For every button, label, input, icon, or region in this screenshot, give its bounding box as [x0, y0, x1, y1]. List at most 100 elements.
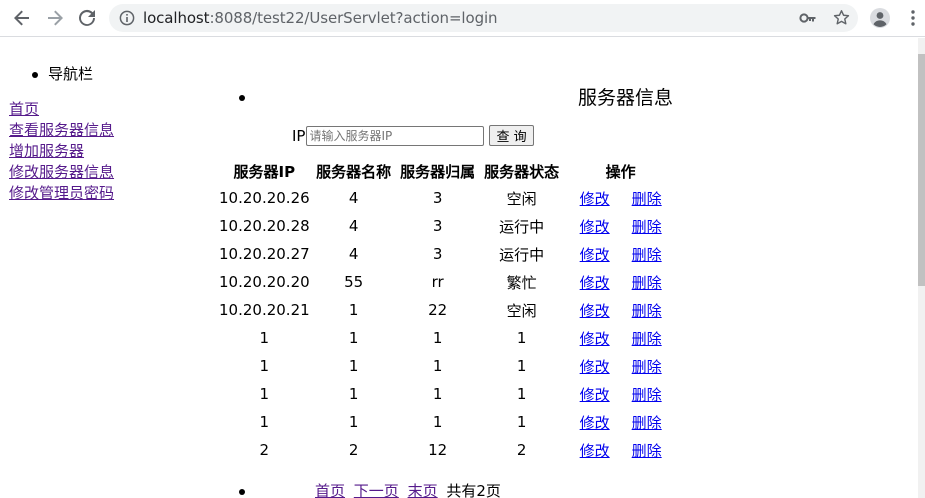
- pager-first-link[interactable]: 首页: [315, 482, 345, 498]
- page-content: 导航栏 首页 查看服务器信息 增加服务器 修改服务器信息 修改管理员密码 服务器…: [0, 38, 918, 498]
- delete-link[interactable]: 删除: [632, 244, 662, 265]
- cell-state: 空闲: [506, 189, 537, 208]
- scrollbar-thumb[interactable]: [918, 54, 925, 286]
- cell-state: 1: [516, 413, 527, 431]
- search-form: IP 查 询: [292, 125, 534, 146]
- table-row: 1 1 1 1 修改 删除: [217, 380, 678, 408]
- cell-ip: 10.20.20.27: [219, 245, 310, 263]
- cell-ip: 1: [259, 385, 270, 403]
- search-button[interactable]: 查 询: [489, 125, 534, 146]
- table-row: 2 2 12 2 修改 删除: [217, 436, 678, 464]
- cell-actions: 修改 删除: [564, 436, 678, 464]
- search-label: IP: [292, 126, 306, 145]
- delete-link[interactable]: 删除: [632, 440, 662, 461]
- cell-ip: 10.20.20.20: [219, 273, 310, 291]
- cell-owner: 12: [428, 441, 448, 459]
- nav-heading-label: 导航栏: [48, 65, 94, 83]
- edit-link[interactable]: 修改: [580, 188, 610, 209]
- edit-link[interactable]: 修改: [580, 440, 610, 461]
- cell-state: 1: [516, 385, 527, 403]
- cell-name: 4: [348, 245, 359, 263]
- delete-link[interactable]: 删除: [632, 412, 662, 433]
- url-text: localhost:8088/test22/UserServlet?action…: [143, 9, 498, 27]
- key-icon[interactable]: [799, 10, 817, 30]
- url-path: :8088/test22/UserServlet?action=login: [209, 9, 498, 27]
- nav-heading: 导航栏: [32, 63, 93, 84]
- nav-link-add-server[interactable]: 增加服务器: [9, 141, 114, 162]
- edit-link[interactable]: 修改: [580, 216, 610, 237]
- menu-kebab-icon[interactable]: [901, 6, 925, 30]
- cell-owner: 3: [432, 245, 443, 263]
- cell-state: 1: [516, 357, 527, 375]
- edit-link[interactable]: 修改: [580, 328, 610, 349]
- cell-actions: 修改 删除: [564, 352, 678, 380]
- pager-last-link[interactable]: 末页: [408, 482, 438, 498]
- header-actions: 操作: [605, 162, 636, 181]
- cell-name: 4: [348, 217, 359, 235]
- header-ip: 服务器IP: [233, 162, 296, 181]
- edit-link[interactable]: 修改: [580, 356, 610, 377]
- nav-link-edit-server[interactable]: 修改服务器信息: [9, 162, 114, 183]
- table-row: 10.20.20.27 4 3 运行中 修改 删除: [217, 240, 678, 268]
- cell-ip: 1: [259, 357, 270, 375]
- cell-owner: 1: [432, 357, 443, 375]
- cell-name: 55: [344, 273, 364, 291]
- cell-owner: 3: [432, 189, 443, 207]
- page-title: 服务器信息: [578, 87, 674, 109]
- table-row: 1 1 1 1 修改 删除: [217, 352, 678, 380]
- search-input[interactable]: [306, 125, 485, 146]
- edit-link[interactable]: 修改: [580, 412, 610, 433]
- pager-summary: 共有2页: [446, 482, 501, 498]
- cell-name: 1: [348, 357, 359, 375]
- cell-ip: 2: [259, 441, 270, 459]
- delete-link[interactable]: 删除: [632, 300, 662, 321]
- cell-owner: 3: [432, 217, 443, 235]
- delete-link[interactable]: 删除: [632, 216, 662, 237]
- pager-next-link[interactable]: 下一页: [354, 482, 399, 498]
- edit-link[interactable]: 修改: [580, 300, 610, 321]
- table-header-row: 服务器IP 服务器名称 服务器归属 服务器状态 操作: [217, 158, 678, 184]
- cell-name: 1: [348, 385, 359, 403]
- edit-link[interactable]: 修改: [580, 272, 610, 293]
- server-table: 服务器IP 服务器名称 服务器归属 服务器状态 操作 10.20.20.26 4 3…: [217, 158, 678, 464]
- nav-link-home[interactable]: 首页: [9, 99, 114, 120]
- cell-owner: rr: [431, 273, 444, 291]
- cell-owner: 1: [432, 385, 443, 403]
- sidebar-nav: 首页 查看服务器信息 增加服务器 修改服务器信息 修改管理员密码: [9, 99, 114, 204]
- cell-actions: 修改 删除: [564, 296, 678, 324]
- nav-link-view-servers[interactable]: 查看服务器信息: [9, 120, 114, 141]
- profile-avatar-icon[interactable]: [868, 6, 892, 30]
- reload-icon[interactable]: [75, 6, 99, 30]
- forward-icon[interactable]: [43, 6, 67, 30]
- delete-link[interactable]: 删除: [632, 272, 662, 293]
- cell-owner: 1: [432, 329, 443, 347]
- cell-name: 1: [348, 413, 359, 431]
- delete-link[interactable]: 删除: [632, 328, 662, 349]
- delete-link[interactable]: 删除: [632, 356, 662, 377]
- cell-actions: 修改 删除: [564, 380, 678, 408]
- delete-link[interactable]: 删除: [632, 188, 662, 209]
- cell-state: 运行中: [499, 217, 545, 236]
- url-host: localhost: [143, 9, 210, 27]
- back-icon[interactable]: [10, 6, 34, 30]
- cell-state: 2: [516, 441, 527, 459]
- cell-owner: 1: [432, 413, 443, 431]
- cell-name: 4: [348, 189, 359, 207]
- address-bar[interactable]: localhost:8088/test22/UserServlet?action…: [109, 4, 858, 32]
- list-bullet: [239, 489, 245, 495]
- info-icon[interactable]: [119, 10, 135, 30]
- cell-ip: 10.20.20.28: [219, 217, 310, 235]
- cell-ip: 1: [259, 329, 270, 347]
- table-row: 10.20.20.21 1 22 空闲 修改 删除: [217, 296, 678, 324]
- cell-actions: 修改 删除: [564, 212, 678, 240]
- edit-link[interactable]: 修改: [580, 244, 610, 265]
- bookmark-star-icon[interactable]: [833, 9, 850, 30]
- cell-state: 空闲: [506, 301, 537, 320]
- cell-owner: 22: [428, 301, 448, 319]
- delete-link[interactable]: 删除: [632, 384, 662, 405]
- nav-link-change-password[interactable]: 修改管理员密码: [9, 183, 114, 204]
- cell-state: 运行中: [499, 245, 545, 264]
- list-bullet: [32, 71, 38, 78]
- cell-state: 1: [516, 329, 527, 347]
- edit-link[interactable]: 修改: [580, 384, 610, 405]
